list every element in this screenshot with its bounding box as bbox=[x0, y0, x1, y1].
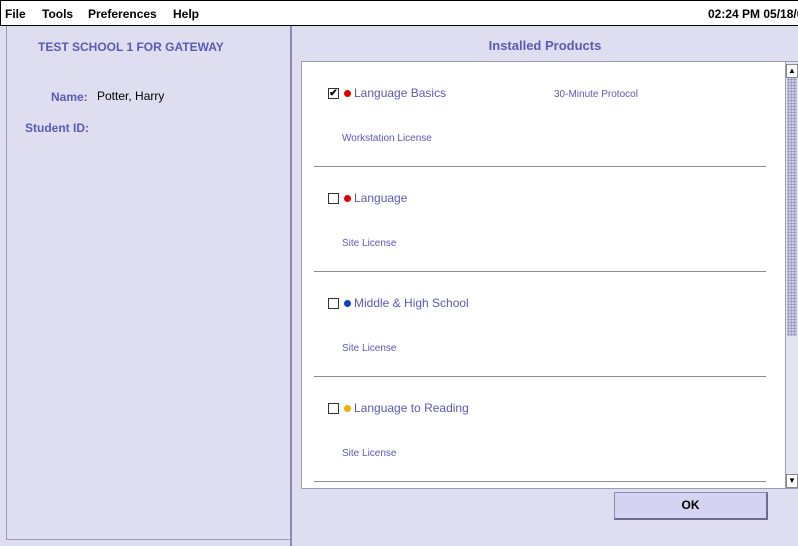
menu-tools[interactable]: Tools bbox=[42, 7, 73, 21]
student-name: Potter, Harry bbox=[97, 89, 165, 103]
product-checkbox[interactable] bbox=[328, 403, 339, 414]
scroll-up-arrow-icon[interactable]: ▲ bbox=[786, 64, 798, 78]
divider bbox=[314, 481, 766, 482]
product-license: Workstation License bbox=[342, 133, 432, 144]
product-item-middle-high-school: Middle & High School Site License bbox=[302, 272, 786, 377]
product-checkbox[interactable] bbox=[328, 193, 339, 204]
product-item-language-basics: ✔ Language Basics 30-Minute Protocol Wor… bbox=[302, 62, 786, 167]
product-protocol: 30-Minute Protocol bbox=[554, 89, 638, 100]
school-name: TEST SCHOOL 1 FOR GATEWAY bbox=[38, 40, 224, 54]
product-name[interactable]: Language to Reading bbox=[354, 401, 469, 415]
panel-divider bbox=[290, 26, 292, 546]
product-list: ✔ Language Basics 30-Minute Protocol Wor… bbox=[301, 61, 798, 489]
product-color-dot bbox=[344, 300, 351, 307]
product-license: Site License bbox=[342, 238, 397, 249]
ok-button[interactable]: OK bbox=[614, 492, 768, 520]
menu-preferences[interactable]: Preferences bbox=[88, 7, 157, 21]
product-name[interactable]: Middle & High School bbox=[354, 296, 469, 310]
product-checkbox[interactable] bbox=[328, 298, 339, 309]
product-color-dot bbox=[344, 195, 351, 202]
product-name[interactable]: Language Basics bbox=[354, 86, 446, 100]
product-item-language-to-reading: Language to Reading Site License bbox=[302, 377, 786, 482]
installed-products-title: Installed Products bbox=[488, 38, 602, 53]
product-item-language: Language Site License bbox=[302, 167, 786, 272]
product-name[interactable]: Language bbox=[354, 191, 407, 205]
name-label: Name: bbox=[51, 90, 88, 104]
product-checkbox[interactable]: ✔ bbox=[328, 88, 339, 99]
product-list-scrollbar[interactable]: ▲ ▼ bbox=[785, 62, 798, 488]
clock-display: 02:24 PM 05/18/0 bbox=[708, 7, 798, 21]
product-color-dot bbox=[344, 405, 351, 412]
scroll-thumb[interactable] bbox=[787, 78, 797, 336]
scroll-down-arrow-icon[interactable]: ▼ bbox=[786, 474, 798, 488]
product-color-dot bbox=[344, 90, 351, 97]
product-license: Site License bbox=[342, 448, 397, 459]
product-license: Site License bbox=[342, 343, 397, 354]
student-id-label: Student ID: bbox=[25, 121, 89, 135]
student-panel: TEST SCHOOL 1 FOR GATEWAY Name: Potter, … bbox=[6, 26, 290, 540]
menu-help[interactable]: Help bbox=[173, 7, 199, 21]
menu-bar: File Tools Preferences Help 02:24 PM 05/… bbox=[0, 0, 798, 26]
menu-file[interactable]: File bbox=[5, 7, 26, 21]
